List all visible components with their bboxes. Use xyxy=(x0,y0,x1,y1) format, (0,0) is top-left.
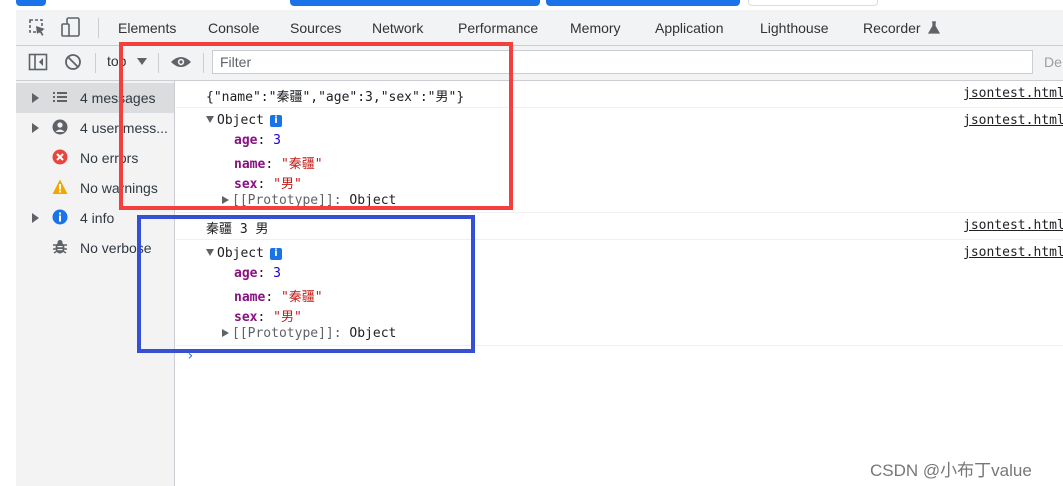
tab-elements[interactable]: Elements xyxy=(118,10,176,45)
expand-arrow-icon[interactable] xyxy=(32,213,39,223)
source-link[interactable]: jsontest.html xyxy=(963,218,1063,233)
tab-console[interactable]: Console xyxy=(208,10,259,45)
tab-sources[interactable]: Sources xyxy=(290,10,341,45)
watermark: CSDN @小布丁value xyxy=(870,461,1032,480)
tab-lighthouse[interactable]: Lighthouse xyxy=(760,10,829,45)
red-highlight-box xyxy=(119,42,513,210)
clear-console-icon[interactable] xyxy=(64,53,82,71)
toolbar-separator xyxy=(95,53,96,73)
inspect-element-icon[interactable] xyxy=(28,18,48,38)
tab-recorder[interactable]: Recorder xyxy=(863,10,921,45)
expand-arrow-icon[interactable] xyxy=(32,93,39,103)
device-toolbar-icon[interactable] xyxy=(60,16,82,38)
sidebar-toggle-icon[interactable] xyxy=(28,53,48,71)
tab-memory[interactable]: Memory xyxy=(570,10,621,45)
flask-icon xyxy=(928,21,940,34)
blue-highlight-box xyxy=(137,215,475,353)
expand-arrow-icon[interactable] xyxy=(32,123,39,133)
info-icon xyxy=(52,209,68,225)
source-link[interactable]: jsontest.html xyxy=(963,113,1063,128)
tab-application[interactable]: Application xyxy=(655,10,724,45)
warning-icon xyxy=(52,179,68,194)
bug-icon xyxy=(53,240,67,254)
browser-tab-fragment xyxy=(546,0,740,6)
list-icon xyxy=(53,92,67,102)
browser-tab-fragment xyxy=(748,0,878,6)
tab-network[interactable]: Network xyxy=(372,10,423,45)
browser-tab-fragment xyxy=(16,0,46,6)
user-icon xyxy=(52,119,68,135)
sidebar-item-label: 4 info xyxy=(80,210,115,226)
source-link[interactable]: jsontest.html xyxy=(963,245,1063,260)
source-link[interactable]: jsontest.html xyxy=(963,86,1063,101)
tab-performance[interactable]: Performance xyxy=(458,10,538,45)
default-levels-dropdown[interactable]: De xyxy=(1044,54,1062,70)
tab-separator xyxy=(98,18,99,38)
browser-tab-fragment xyxy=(290,0,540,6)
error-icon xyxy=(52,149,68,165)
